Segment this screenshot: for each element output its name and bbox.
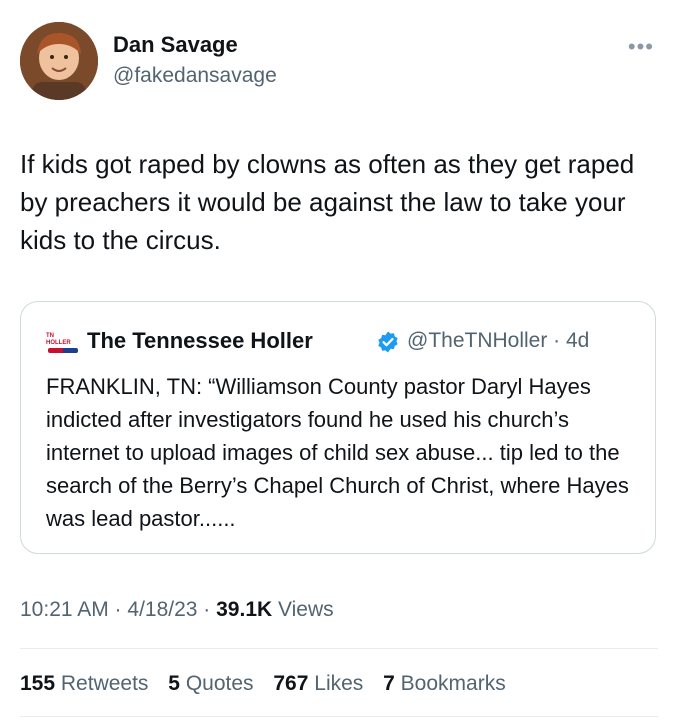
retweets-stat[interactable]: 155 Retweets [20, 672, 148, 695]
divider [20, 716, 658, 717]
ellipsis-icon[interactable]: ••• [628, 34, 654, 60]
views-count: 39.1K [216, 598, 273, 621]
views-label: Views [272, 598, 334, 621]
quoted-tweet-card[interactable]: TN HOLLER The Tennessee Holler @TheTNHol… [20, 301, 656, 554]
quote-logo-text: TN HOLLER [46, 333, 71, 346]
avatar-image [20, 22, 98, 100]
tweet-timestamp[interactable]: 10:21 AM · 4/18/23 · [20, 598, 216, 621]
divider [20, 648, 658, 649]
likes-stat[interactable]: 767 Likes [273, 672, 363, 695]
engagement-stats: 155 Retweets 5 Quotes 767 Likes 7 Bookma… [20, 672, 520, 696]
verified-badge-icon [378, 331, 398, 353]
quotes-stat[interactable]: 5 Quotes [168, 672, 253, 695]
quote-author-name[interactable]: The Tennessee Holler [87, 328, 313, 354]
author-display-name[interactable]: Dan Savage [113, 32, 238, 58]
author-avatar[interactable] [20, 22, 98, 100]
quote-text: FRANKLIN, TN: “Williamson County pastor … [46, 374, 629, 531]
tweet-meta: 10:21 AM · 4/18/23 · 39.1K Views [20, 598, 334, 622]
tn-holler-logo-icon: TN HOLLER [46, 333, 80, 353]
tweet-text: If kids got raped by clowns as often as … [20, 149, 635, 255]
author-handle[interactable]: @fakedansavage [113, 64, 277, 88]
quote-handle-time: @TheTNHoller · 4d [407, 329, 590, 352]
bookmarks-stat[interactable]: 7 Bookmarks [383, 672, 506, 695]
